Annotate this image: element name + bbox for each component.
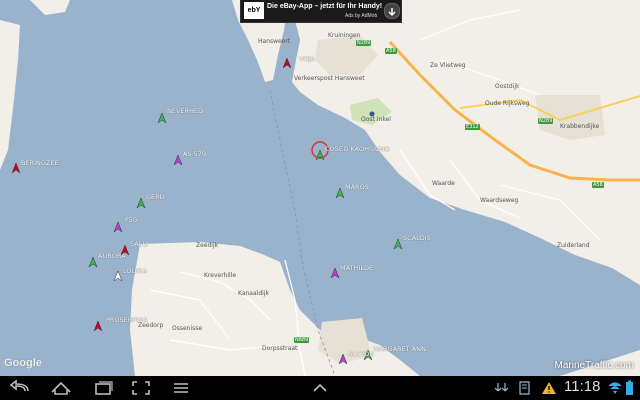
ship-name: F50 [125,216,138,224]
ship-name: COSCO KAOHSIUNG [325,145,390,153]
ship-name: PROSERPINA [106,316,148,324]
ship-name: SCALDIS [403,234,431,242]
label-kruiningen: Kruiningen [328,32,361,39]
road-e312: E312 [465,124,480,130]
label-waarde: Waarde [432,180,455,187]
label-zeedijk: Zeedijk [196,242,219,249]
road-n289-north: N289 [356,40,372,46]
ship-marker[interactable] [136,193,146,209]
map-view[interactable]: Hansweert Kruiningen Verkeerspost Hanswe… [0,0,640,376]
ship-marker[interactable] [393,234,403,250]
road-n689: N689 [294,337,310,343]
ship-name: MARGARET ANN [373,345,426,353]
ship-marker[interactable] [282,53,292,69]
label-ossenisse: Ossenisse [172,325,203,332]
ship-marker[interactable] [335,183,345,199]
marinetraffic-watermark: MarineTraffic.com [554,360,634,371]
label-oost-inkel: Oost Inkel [361,116,391,123]
screenshot-icon[interactable] [128,378,154,398]
ship-name: ALCYON [348,350,375,358]
status-clock: 11:18 [564,378,601,395]
ship-name: VOJA [299,55,315,63]
ship-marker[interactable] [11,158,21,174]
ship-name: MAROS [345,183,369,191]
ship-name: GERD [146,193,165,201]
label-hansweert: Hansweert [258,38,291,45]
label-kanaaldijk: Kanaaldijk [238,290,269,297]
warning-icon [540,378,558,398]
label-verkeerspost: Verkeerspost Hansweet [294,75,365,82]
menu-icon[interactable] [168,378,194,398]
ad-banner[interactable]: ebY Die eBay-App – jetzt für Ihr Handy! … [240,0,402,23]
home-icon[interactable] [48,378,74,398]
road-n289-east: N289 [538,118,554,124]
wifi-icon [608,378,622,398]
label-oostdijk: Oostdijk [495,83,520,90]
label-kreverhille: Kreverhille [204,272,237,279]
back-icon[interactable] [8,378,34,398]
ship-name: SALLY [130,240,150,248]
ship-name: MATHILDE [340,264,374,272]
label-krabbendijke: Krabbendijke [560,123,600,130]
google-watermark: Google [4,357,42,369]
battery-icon [622,378,636,398]
ship-marker[interactable] [338,349,348,365]
label-zeevliet: Ze Vlietweg [430,62,466,69]
ship-name: NEVERHED [167,107,204,115]
recent-apps-icon[interactable] [90,378,116,398]
ship-marker[interactable] [157,108,167,124]
ship-name: AS 579 [183,150,207,158]
ad-subtitle: Ads by AdMob [345,13,378,19]
ebay-logo: ebY [244,2,264,19]
ship-name: AURORA [98,252,126,260]
label-zuiderland: Zuiderland [557,242,590,249]
road-a58-east: A58 [592,182,604,188]
ship-marker[interactable] [330,263,340,279]
storage-icon [516,378,534,398]
ship-marker[interactable] [315,145,325,161]
ship-name: LOUISA [123,267,147,275]
ship-marker[interactable] [88,252,98,268]
ship-marker[interactable] [173,150,183,166]
ad-title: Die eBay-App – jetzt für Ihr Handy! [267,3,383,10]
label-dorpsstraat: Dorpsstraat [262,345,298,352]
chevron-up-icon[interactable] [307,378,333,398]
download-icon[interactable] [384,3,400,19]
road-a58-west: A58 [385,48,397,54]
ship-marker[interactable] [113,217,123,233]
tablet-screen: Hansweert Kruiningen Verkeerspost Hanswe… [0,0,640,400]
download-status-icon [494,378,512,398]
ship-marker[interactable] [113,266,123,282]
label-oude-rijksweg: Oude Rijksweg [485,100,530,107]
label-waardseweg: Waardseweg [480,197,519,204]
ship-marker[interactable] [93,316,103,332]
ship-name: BERINGZEE [21,159,59,167]
navigation-bar [0,376,640,400]
ship-marker[interactable] [120,240,130,256]
